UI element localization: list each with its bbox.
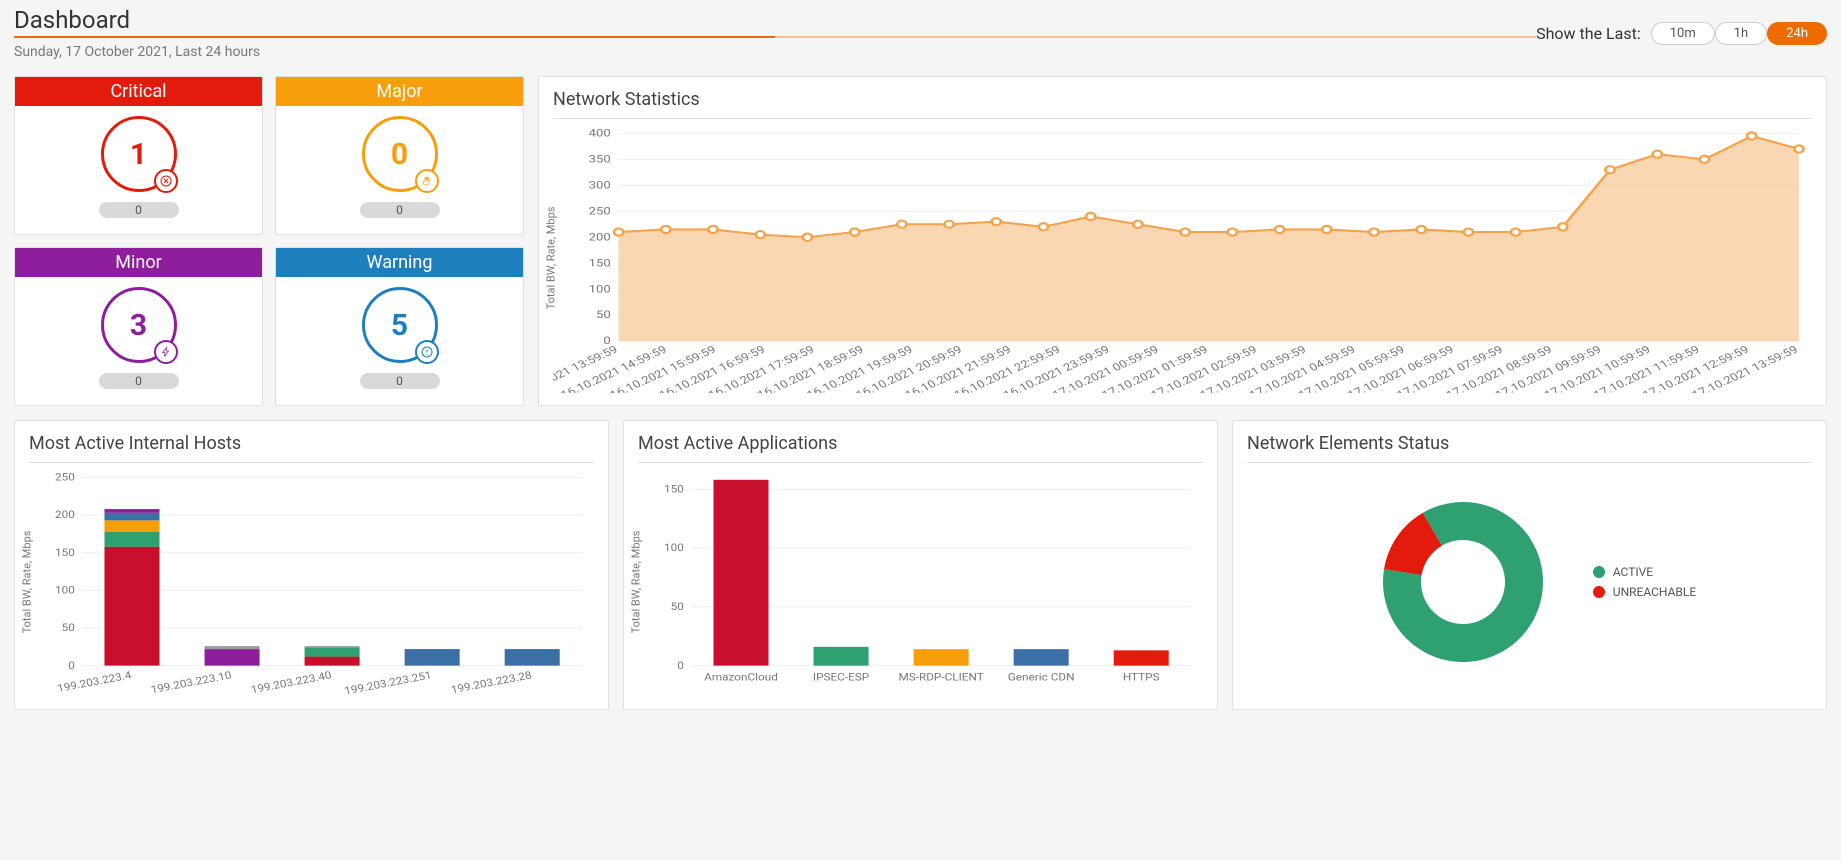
y-axis-label: Total BW, Rate, Mbps [630, 531, 643, 634]
status-card-value: 0 [391, 137, 408, 172]
status-card-critical[interactable]: Critical 1 0 [14, 76, 263, 235]
svg-text:400: 400 [589, 127, 611, 139]
status-card-circle: 5 [362, 287, 438, 363]
panel-divider [1247, 462, 1812, 463]
active-hosts-panel: Most Active Internal Hosts Total BW, Rat… [14, 420, 609, 710]
network-elements-panel: Network Elements Status ACTIVE UNREACHABL… [1232, 420, 1827, 710]
svg-text:50: 50 [596, 309, 611, 321]
status-card-warning[interactable]: Warning 5 0 [275, 247, 524, 406]
status-card-value: 5 [391, 308, 408, 343]
active-apps-chart[interactable]: Total BW, Rate, Mbps 050100150AmazonClou… [638, 467, 1203, 697]
svg-text:150: 150 [664, 483, 684, 495]
status-card-circle: 1 [101, 116, 177, 192]
svg-text:150: 150 [589, 257, 611, 269]
bolt-icon [154, 340, 178, 364]
network-statistics-panel: Network Statistics Total BW, Rate, Mbps … [538, 76, 1827, 406]
legend-item-unreachable: UNREACHABLE [1593, 585, 1696, 599]
status-card-value: 3 [130, 308, 147, 343]
y-axis-label: Total BW, Rate, Mbps [545, 207, 558, 310]
network-statistics-chart[interactable]: Total BW, Rate, Mbps 0501001502002503003… [553, 123, 1812, 393]
status-card-circle: 0 [362, 116, 438, 192]
alert-icon [415, 340, 439, 364]
svg-text:IPSEC-ESP: IPSEC-ESP [813, 671, 869, 683]
status-card-secondary: 0 [99, 373, 179, 389]
svg-text:50: 50 [671, 601, 684, 613]
svg-text:0: 0 [68, 659, 75, 671]
active-hosts-title: Most Active Internal Hosts [29, 433, 594, 454]
svg-text:HTTPS: HTTPS [1123, 671, 1160, 683]
svg-text:AmazonCloud: AmazonCloud [704, 671, 778, 683]
legend-label: ACTIVE [1613, 565, 1653, 579]
status-card-secondary: 0 [360, 373, 440, 389]
svg-text:199.203.223.4: 199.203.223.4 [56, 669, 133, 695]
legend-label: UNREACHABLE [1613, 585, 1696, 599]
svg-text:199.203.223.10: 199.203.223.10 [150, 669, 233, 696]
svg-text:100: 100 [55, 584, 75, 596]
svg-text:199.203.223.28: 199.203.223.28 [450, 669, 533, 696]
page-subtitle: Sunday, 17 October 2021, Last 24 hours [14, 44, 1536, 60]
status-card-secondary: 0 [360, 202, 440, 218]
panel-divider [553, 118, 1812, 119]
svg-text:50: 50 [62, 622, 75, 634]
status-card-header: Major [276, 77, 523, 106]
status-card-circle: 3 [101, 287, 177, 363]
svg-text:199.203.223.251: 199.203.223.251 [343, 669, 433, 697]
status-card-major[interactable]: Major 0 0 [275, 76, 524, 235]
active-hosts-chart[interactable]: Total BW, Rate, Mbps 050100150200250199.… [29, 467, 594, 697]
status-card-header: Critical [15, 77, 262, 106]
svg-text:100: 100 [664, 542, 684, 554]
active-apps-title: Most Active Applications [638, 433, 1203, 454]
header-accent-rule [14, 36, 1536, 38]
svg-text:100: 100 [589, 283, 611, 295]
network-statistics-title: Network Statistics [553, 89, 1812, 110]
donut-legend: ACTIVE UNREACHABLE [1593, 559, 1696, 605]
active-apps-panel: Most Active Applications Total BW, Rate,… [623, 420, 1218, 710]
status-card-value: 1 [130, 137, 147, 172]
svg-text:250: 250 [55, 471, 75, 483]
svg-text:0: 0 [677, 659, 684, 671]
status-card-minor[interactable]: Minor 3 0 [14, 247, 263, 406]
y-axis-label: Total BW, Rate, Mbps [21, 531, 34, 634]
legend-swatch [1593, 586, 1605, 598]
legend-item-active: ACTIVE [1593, 565, 1696, 579]
time-range-label: Show the Last: [1536, 24, 1641, 43]
page-title: Dashboard [14, 6, 130, 34]
svg-text:350: 350 [589, 153, 611, 165]
svg-text:200: 200 [589, 231, 611, 243]
svg-text:300: 300 [589, 179, 611, 191]
x-icon [154, 169, 178, 193]
status-cards-grid: Critical 1 0 Major 0 0 Minor 3 0 Warning 5 0 [14, 76, 524, 406]
panel-divider [638, 462, 1203, 463]
status-card-header: Warning [276, 248, 523, 277]
dashboard-header: Dashboard Sunday, 17 October 2021, Last … [14, 6, 1827, 60]
panel-divider [29, 462, 594, 463]
time-range-selector: Show the Last: 10m1h24h [1536, 6, 1827, 45]
legend-swatch [1593, 566, 1605, 578]
svg-text:200: 200 [55, 509, 75, 521]
time-range-1h[interactable]: 1h [1715, 22, 1767, 45]
network-elements-chart[interactable]: ACTIVE UNREACHABLE [1247, 467, 1812, 697]
svg-text:199.203.223.40: 199.203.223.40 [250, 669, 333, 696]
svg-text:150: 150 [55, 546, 75, 558]
status-card-header: Minor [15, 248, 262, 277]
time-range-10m[interactable]: 10m [1651, 22, 1715, 45]
svg-text:MS-RDP-CLIENT: MS-RDP-CLIENT [898, 671, 984, 683]
svg-text:Generic CDN: Generic CDN [1008, 671, 1075, 683]
time-range-24h[interactable]: 24h [1767, 22, 1827, 45]
network-elements-title: Network Elements Status [1247, 433, 1812, 454]
svg-text:250: 250 [589, 205, 611, 217]
hand-icon [415, 169, 439, 193]
status-card-secondary: 0 [99, 202, 179, 218]
